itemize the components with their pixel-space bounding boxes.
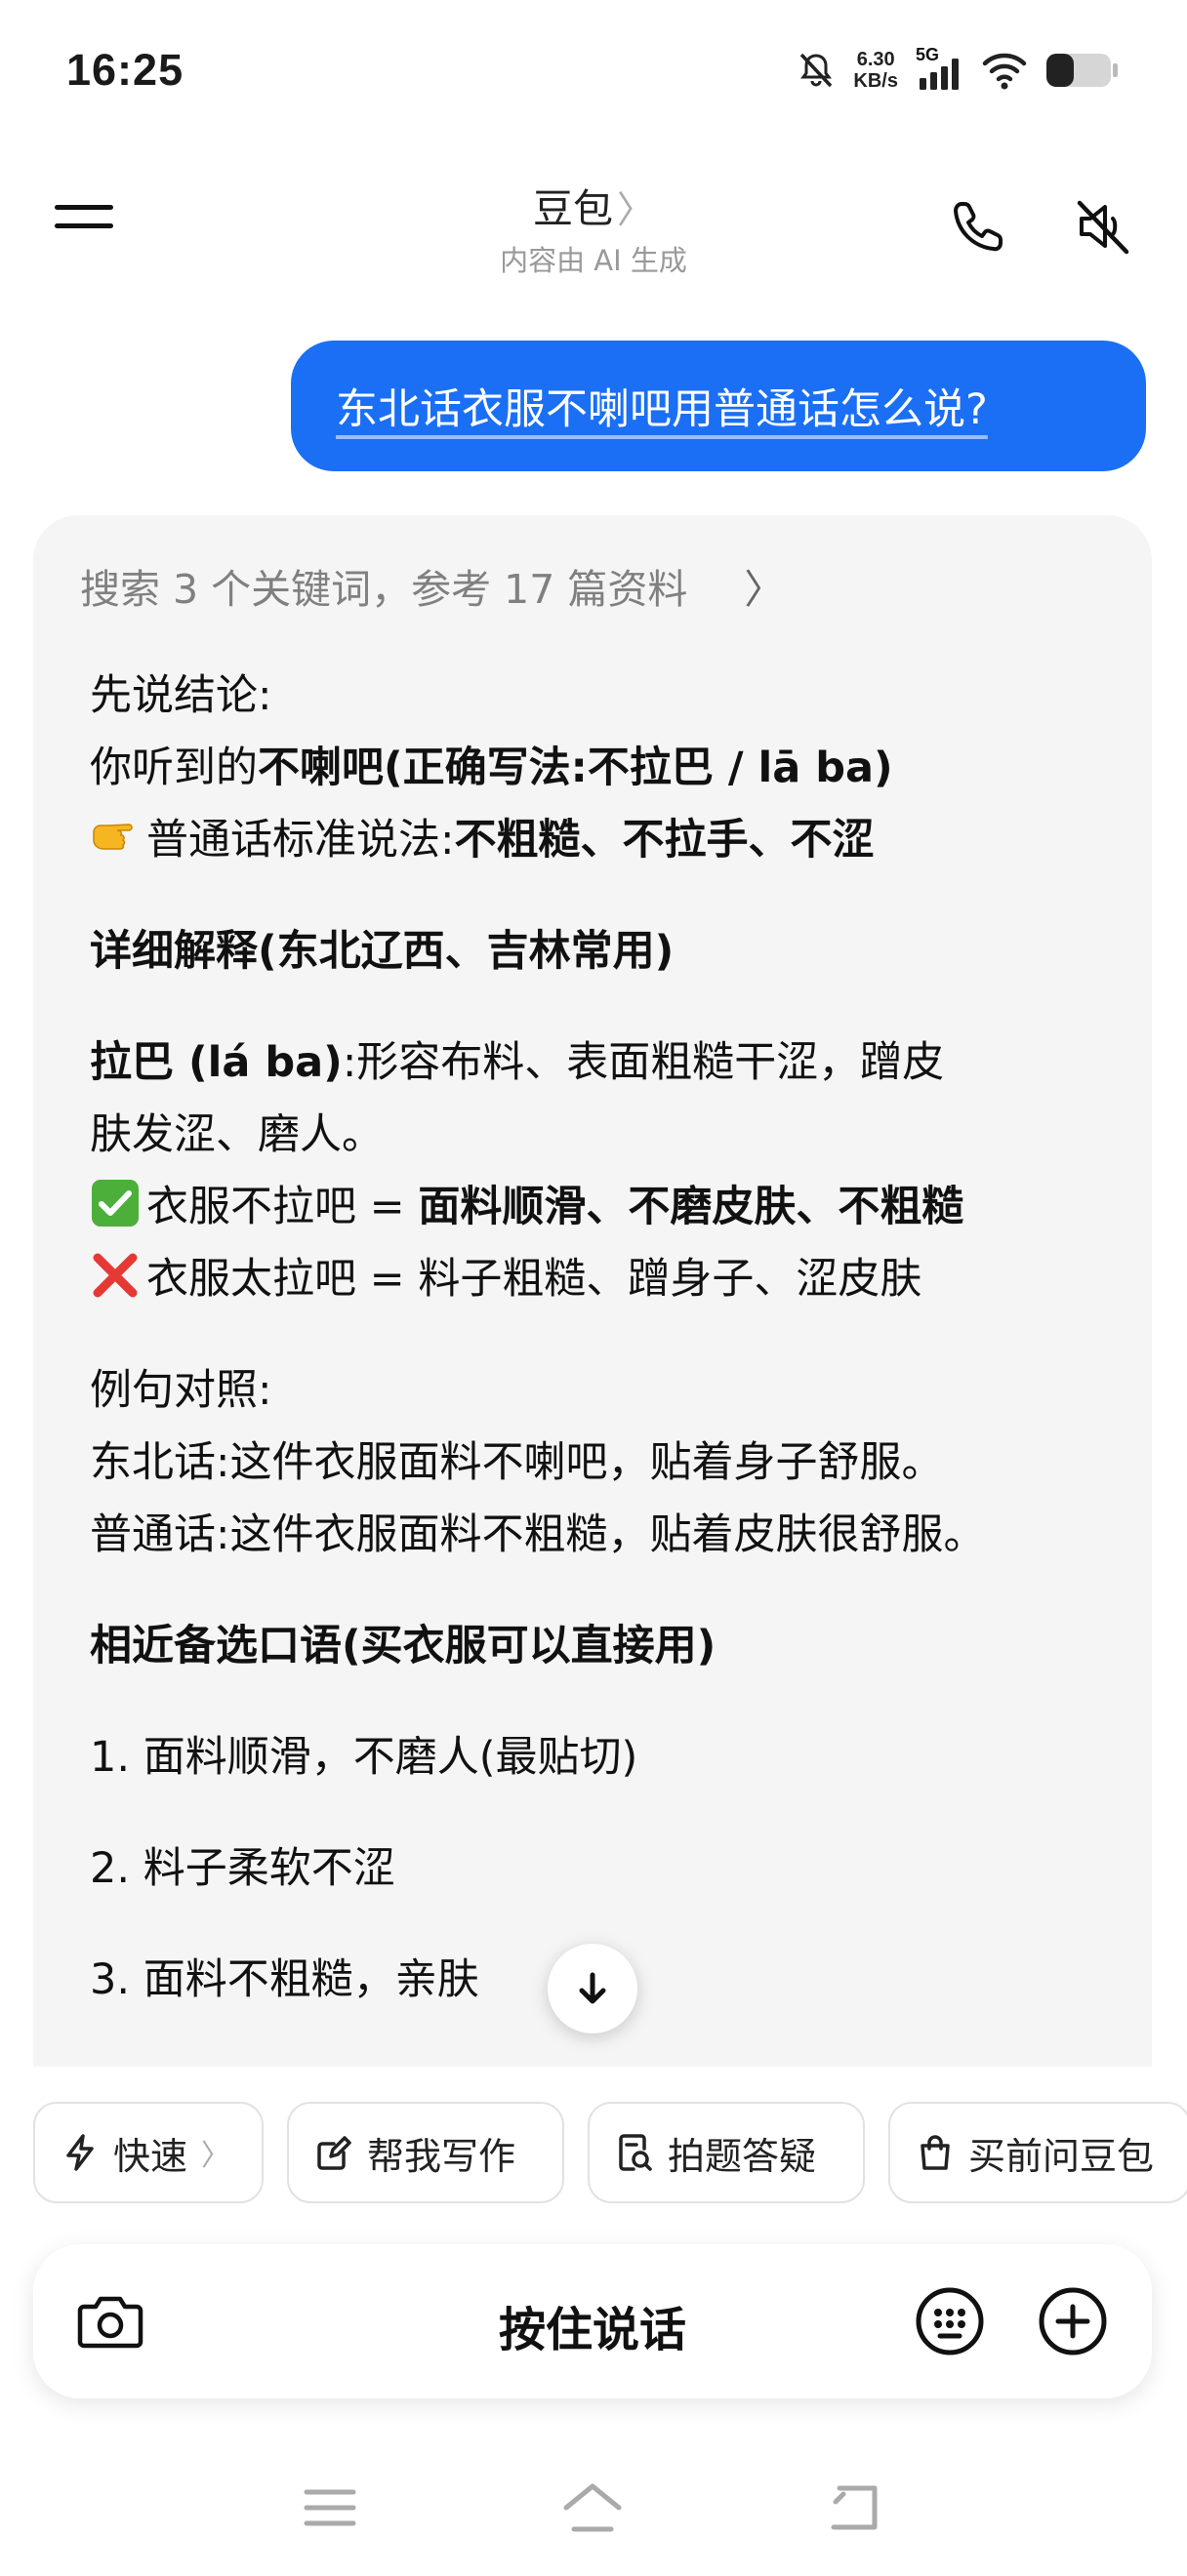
- chip-help-write[interactable]: 帮我写作: [287, 2102, 564, 2203]
- answer-content: 先说结论: 你听到的不喇吧(正确写法:不拉巴 / lā ba) 普通话标准说法:…: [90, 660, 1134, 2016]
- chip-label: 快速: [113, 2134, 188, 2178]
- edit-icon: [317, 2136, 351, 2170]
- search-summary-text: 搜索 3 个关键词，参考 17 篇资料: [80, 566, 688, 613]
- signal-icon: 5G: [916, 45, 964, 92]
- user-message-text: 东北话衣服不喇吧用普通话怎么说?: [336, 385, 988, 434]
- check-mark-emoji: [92, 1180, 139, 1227]
- ai-disclaimer: 内容由 AI 生成: [500, 244, 687, 277]
- status-icons: 6.30 KB/s 5G: [797, 45, 1119, 92]
- example-label: 例句对照:: [90, 1366, 272, 1415]
- menu-icon[interactable]: [55, 205, 113, 248]
- chevron-right-icon: 〉: [616, 188, 654, 231]
- user-message-bubble[interactable]: 东北话衣服不喇吧用普通话怎么说?: [291, 341, 1146, 471]
- input-bar: 按住说话: [33, 2244, 1152, 2398]
- plus-icon[interactable]: [1037, 2285, 1109, 2357]
- search-summary[interactable]: 搜索 3 个关键词，参考 17 篇资料 〉: [80, 556, 784, 615]
- system-navigation-bar: [0, 2459, 1187, 2556]
- back-icon[interactable]: [826, 2482, 884, 2533]
- cross-mark-emoji: [93, 1253, 138, 1298]
- lightning-icon: [66, 2134, 94, 2171]
- laba-definition: 拉巴 (lá ba):形容布料、表面粗糙干涩，蹭皮: [90, 1038, 945, 1087]
- menu-nav-icon[interactable]: [303, 2484, 357, 2531]
- list-item: 1. 面料顺滑，不磨人(最贴切): [90, 1733, 638, 1782]
- example-northeast: 东北话:这件衣服面料不喇吧，贴着身子舒服。: [90, 1438, 944, 1487]
- point-right-emoji: [93, 824, 133, 850]
- mute-bell-icon: [800, 53, 833, 88]
- chip-fast-mode[interactable]: 快速 〉: [33, 2102, 264, 2203]
- shopping-bag-icon: [921, 2135, 950, 2170]
- example-mandarin: 普通话:这件衣服面料不粗糙，贴着皮肤很舒服。: [90, 1510, 986, 1559]
- heading-alternatives: 相近备选口语(买衣服可以直接用): [90, 1622, 716, 1670]
- chip-label: 拍题答疑: [668, 2134, 817, 2178]
- chip-label: 买前问豆包: [968, 2134, 1155, 2178]
- chat-title[interactable]: 豆包〉 内容由 AI 生成: [398, 176, 789, 279]
- list-item: 2. 料子柔软不涩: [90, 1844, 395, 1893]
- chevron-right-icon: 〉: [201, 2139, 231, 2173]
- speaker-mute-icon[interactable]: [1072, 195, 1134, 258]
- answer-card: 搜索 3 个关键词，参考 17 篇资料 〉 先说结论: 你听到的不喇吧(正确写法:…: [33, 515, 1152, 2067]
- network-speed-value: 6.30: [856, 49, 895, 70]
- chip-photo-question[interactable]: 拍题答疑: [588, 2102, 865, 2203]
- quick-action-chips: 快速 〉 帮我写作 拍题答疑 买前问豆包: [33, 2102, 1187, 2203]
- bad-example: 衣服太拉吧 = 料子粗糙、蹭身子、涩皮肤: [90, 1243, 1134, 1315]
- emoji-keyboard-icon[interactable]: [914, 2285, 986, 2357]
- chevron-right-icon: 〉: [744, 566, 785, 613]
- good-example: 衣服不拉吧 = 面料顺滑、不磨皮肤、不粗糙: [90, 1171, 1134, 1243]
- home-icon[interactable]: [560, 2480, 625, 2535]
- conclusion-line-2: 普通话标准说法:不粗糙、不拉手、不涩: [90, 804, 1134, 876]
- phone-icon[interactable]: [947, 195, 1009, 258]
- wifi-icon: [982, 53, 1027, 90]
- scan-question-icon: [619, 2134, 652, 2171]
- network-speed-unit: KB/s: [853, 70, 898, 92]
- bot-name: 豆包: [532, 185, 613, 232]
- arrow-down-icon: [579, 1972, 606, 2004]
- heading-explain: 详细解释(东北辽西、吉林常用): [90, 927, 675, 976]
- scroll-to-bottom-button[interactable]: [548, 1944, 637, 2033]
- chip-ask-before-buy[interactable]: 买前问豆包: [888, 2102, 1187, 2203]
- conclusion-label: 先说结论:: [90, 671, 272, 720]
- battery-icon: [1046, 54, 1118, 87]
- conclusion-line-1: 你听到的不喇吧(正确写法:不拉巴 / lā ba): [90, 744, 893, 792]
- network-speed: 6.30 KB/s: [853, 49, 898, 92]
- laba-definition-cont: 肤发涩、磨人。: [90, 1110, 384, 1159]
- status-time: 16:25: [66, 45, 184, 95]
- chip-label: 帮我写作: [367, 2134, 516, 2178]
